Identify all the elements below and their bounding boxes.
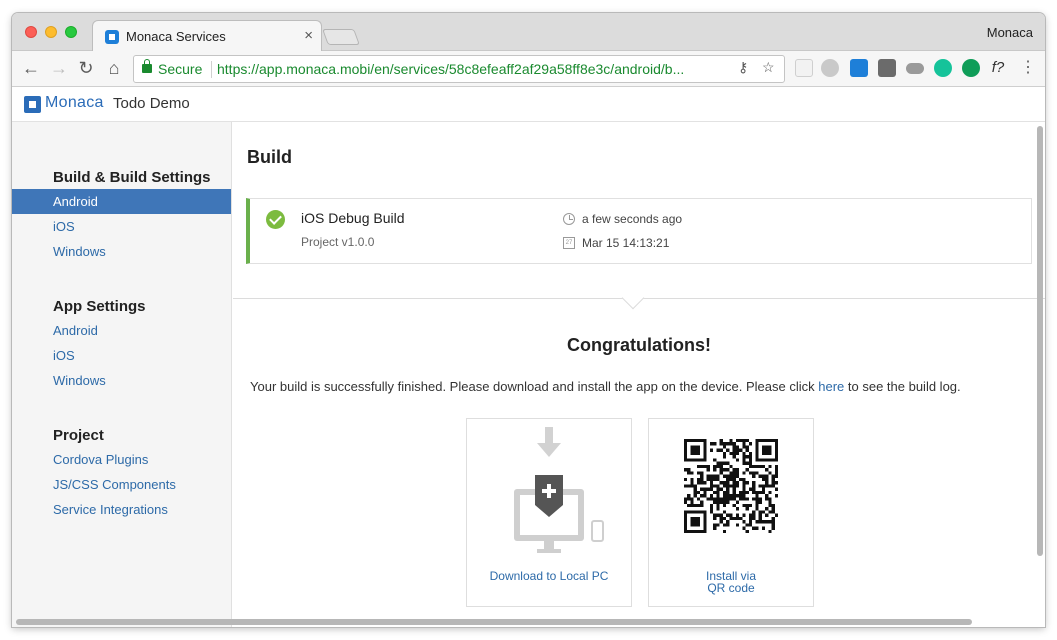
section-title-project: Project [53,427,104,444]
new-tab-button[interactable] [322,29,360,45]
project-name: Todo Demo [113,95,190,112]
download-option-card[interactable]: Download to Local PC [466,418,632,607]
divider-notch [621,286,645,310]
calendar-icon: 27 [563,237,575,249]
project-version: Project v1.0.0 [301,235,375,249]
vertical-scrollbar[interactable] [1037,126,1043,556]
bookmark-star-icon[interactable]: ☆ [762,59,775,76]
formula-extension-icon[interactable]: f? [987,57,1009,79]
sidebar-item-settings-ios[interactable]: iOS [12,343,231,368]
sidebar-item-build-android[interactable]: Android [12,189,231,214]
download-to-pc-icon [514,427,604,553]
qr-code-icon [684,439,778,533]
title-bar: Monaca Services × Monaca [12,13,1045,52]
sidebar-item-settings-windows[interactable]: Windows [12,368,231,393]
monaca-logo-icon[interactable] [24,96,41,113]
tab-title: Monaca Services [126,29,226,44]
message-text-before: Your build is successfully finished. Ple… [250,379,819,394]
monaca-favicon-icon [105,30,119,44]
url-separator [211,61,212,78]
home-icon[interactable]: ⌂ [103,57,125,79]
sidebar-item-build-windows[interactable]: Windows [12,239,231,264]
logo-text[interactable]: Monaca [45,94,104,112]
build-name: iOS Debug Build [301,210,405,226]
drive-extension-icon[interactable] [821,59,839,77]
clock-icon [563,213,575,225]
sidebar-item-build-ios[interactable]: iOS [12,214,231,239]
url-text[interactable]: https://app.monaca.mobi/en/services/58c8… [217,61,727,77]
lock-icon [142,59,152,73]
reload-icon[interactable]: ↻ [75,57,97,79]
build-relative-time: a few seconds ago [582,212,683,226]
qr-label-line2[interactable]: QR code [649,582,813,594]
zoom-window-button[interactable] [65,26,77,38]
sidebar-item-cordova-plugins[interactable]: Cordova Plugins [12,447,231,472]
blank-extension-icon[interactable] [795,59,813,77]
main-content: Build iOS Debug Build Project v1.0.0 a f… [233,122,1045,627]
profile-name[interactable]: Monaca [987,25,1033,40]
build-message: Your build is successfully finished. Ple… [250,379,961,394]
chat-extension-icon[interactable] [962,59,980,77]
page-title: Build [247,147,292,167]
grammarly-extension-icon[interactable] [934,59,952,77]
menu-dots-icon[interactable]: ⋮ [1017,57,1039,79]
message-text-after: to see the build log. [844,379,961,394]
tab-close-icon[interactable]: × [304,27,313,44]
screen-extension-icon[interactable] [878,59,896,77]
browser-toolbar: ← → ↻ ⌂ Secure https://app.monaca.mobi/e… [12,51,1045,87]
horizontal-scrollbar[interactable] [16,619,972,625]
sidebar-item-js-css-components[interactable]: JS/CSS Components [12,472,231,497]
sidebar: Build & Build Settings Android iOS Windo… [12,122,232,627]
build-log-link[interactable]: here [818,379,844,394]
congratulations-heading: Congratulations! [567,335,711,355]
trello-extension-icon[interactable] [850,59,868,77]
secure-label: Secure [158,61,203,77]
browser-window: Monaca Services × Monaca ← → ↻ ⌂ Secure … [12,13,1045,627]
browser-tab[interactable]: Monaca Services × [92,20,322,52]
key-icon[interactable]: ⚷ [738,59,748,76]
section-title-build: Build & Build Settings [53,169,211,186]
section-title-app-settings: App Settings [53,298,146,315]
address-bar[interactable]: Secure https://app.monaca.mobi/en/servic… [133,55,785,83]
back-arrow-icon[interactable]: ← [20,57,42,79]
download-label[interactable]: Download to Local PC [467,570,631,582]
close-window-button[interactable] [25,26,37,38]
forward-arrow-icon[interactable]: → [48,57,70,79]
success-check-icon [266,210,285,229]
build-result-card: iOS Debug Build Project v1.0.0 a few sec… [246,198,1032,264]
build-date: Mar 15 14:13:21 [582,236,670,250]
app-header: Monaca Todo Demo [12,88,1045,122]
qr-option-card[interactable]: Install via QR code [648,418,814,607]
video-extension-icon[interactable] [906,63,924,74]
minimize-window-button[interactable] [45,26,57,38]
sidebar-item-service-integrations[interactable]: Service Integrations [12,497,231,522]
sidebar-item-settings-android[interactable]: Android [12,318,231,343]
